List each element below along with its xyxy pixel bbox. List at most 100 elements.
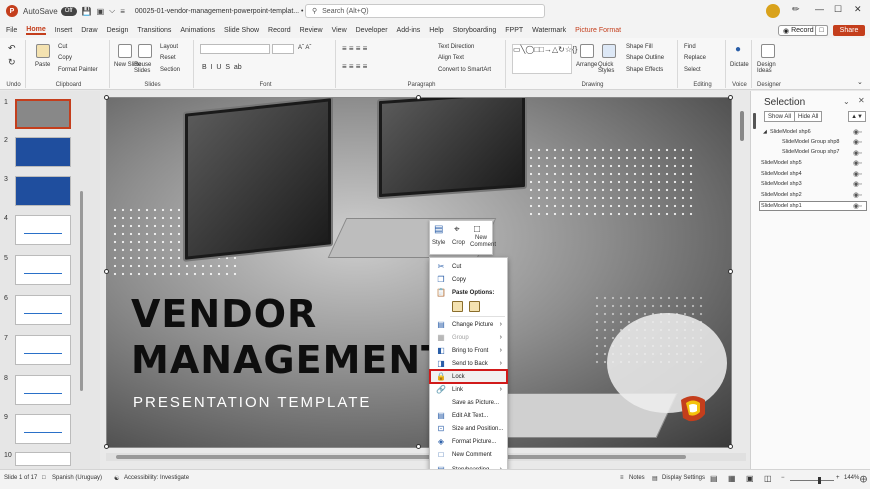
paste-button[interactable]: Paste [35, 62, 50, 68]
format-painter-button[interactable]: Format Painter [58, 67, 98, 73]
resize-handle[interactable] [416, 95, 421, 100]
text-direction-button[interactable]: Text Direction [438, 44, 474, 50]
tab-view[interactable]: View [332, 27, 347, 34]
close-icon[interactable]: ✕ [854, 4, 862, 15]
tab-file[interactable]: File [6, 27, 17, 34]
resize-handle[interactable] [104, 444, 109, 449]
slide-thumbnail-6[interactable] [15, 295, 71, 325]
selection-item[interactable]: SlideModel shp1 [761, 203, 802, 211]
pen-icon[interactable]: ✏ [792, 4, 800, 15]
menu-item-new-comment[interactable]: □ New Comment [430, 448, 507, 461]
new-slide-icon[interactable] [118, 44, 132, 58]
menu-item-send-to-back[interactable]: ◨ Send to Back › [430, 357, 507, 370]
minimize-icon[interactable]: — [815, 4, 824, 14]
paste-keep-format-icon[interactable] [452, 301, 463, 312]
tab-design[interactable]: Design [107, 27, 129, 34]
tab-picture-format[interactable]: Picture Format [575, 27, 621, 34]
shape-effects-button[interactable]: Shape Effects [626, 67, 663, 73]
eye-icon[interactable]: ◉▫ [853, 170, 862, 178]
collapse-icon[interactable]: ◢ [763, 129, 767, 137]
zoom-level[interactable]: 144% [844, 475, 859, 481]
reset-button[interactable]: Reset [160, 55, 176, 61]
tab-help[interactable]: Help [429, 27, 443, 34]
undo-icon[interactable]: ↶ [8, 43, 16, 54]
reuse-slides-button[interactable]: Reuse Slides [134, 62, 156, 74]
zoom-out-icon[interactable]: − [781, 475, 785, 481]
restore-icon[interactable]: ☐ [834, 4, 842, 15]
reorder-button[interactable]: ▲▼ [848, 111, 866, 122]
resize-handle[interactable] [728, 444, 733, 449]
tab-home[interactable]: Home [26, 26, 46, 35]
quick-access-more-icon[interactable]: ≡ [120, 7, 125, 16]
dictate-button[interactable]: Dictate [730, 62, 749, 68]
slide-thumbnail-7[interactable] [15, 335, 71, 365]
comment-icon[interactable]: □ [474, 224, 480, 235]
eye-icon[interactable]: ◉▫ [853, 138, 862, 146]
fit-slide-icon[interactable]: ⨁ [860, 475, 867, 483]
shapes-gallery[interactable]: ▭╲◯□□→△↻☆{} [512, 44, 577, 74]
slide-thumbnail-10[interactable] [15, 452, 71, 466]
eye-icon[interactable]: ◉▫ [853, 180, 862, 188]
comments-button[interactable]: □ [815, 25, 828, 36]
tab-watermark[interactable]: Watermark [532, 27, 566, 34]
bullets-icon[interactable]: ≡ ≡ ≡ ≡ [342, 44, 367, 53]
paste-icon[interactable] [36, 44, 50, 58]
style-icon[interactable]: ▤ [434, 224, 443, 235]
layout-button[interactable]: Layout [160, 44, 178, 50]
editor-horizontal-scrollbar[interactable] [106, 453, 746, 461]
selection-item[interactable]: SlideModel Group shp7 [782, 149, 839, 157]
zoom-slider-thumb[interactable] [818, 477, 821, 484]
microphone-icon[interactable]: ● [735, 44, 741, 55]
selection-item[interactable]: SlideModel Group shp8 [782, 139, 839, 147]
language-status[interactable]: Spanish (Uruguay) [52, 475, 102, 481]
record-button[interactable]: ◉ Record [778, 25, 819, 36]
font-grow-icon[interactable]: Aˆ Aˇ [298, 45, 311, 51]
menu-item-cut[interactable]: ✂ Cut [430, 260, 507, 273]
autosave-toggle[interactable]: Off [60, 6, 77, 16]
font-name-box[interactable] [200, 44, 270, 54]
accessibility-status[interactable]: Accessibility: Investigate [124, 475, 189, 481]
hide-all-button[interactable]: Hide All [794, 111, 823, 122]
shape-fill-button[interactable]: Shape Fill [626, 44, 653, 50]
eye-icon[interactable]: ◉▫ [853, 159, 862, 167]
find-button[interactable]: Find [684, 44, 696, 50]
font-format-icons[interactable]: B I U S ab [202, 64, 242, 71]
tab-developer[interactable]: Developer [356, 27, 388, 34]
tab-slide-show[interactable]: Slide Show [224, 27, 259, 34]
tab-transitions[interactable]: Transitions [137, 27, 171, 34]
search-box[interactable]: ⚲ Search (Alt+Q) [305, 4, 545, 18]
spell-check-icon[interactable]: □ [42, 475, 46, 481]
resize-handle[interactable] [728, 269, 733, 274]
replace-button[interactable]: Replace [684, 55, 706, 61]
slide-thumbnail-9[interactable] [15, 414, 71, 444]
section-button[interactable]: Section [160, 67, 180, 73]
crop-icon[interactable]: ⌖ [454, 224, 460, 235]
menu-item-lock[interactable]: 🔒 Lock [429, 369, 508, 384]
quick-styles-icon[interactable] [602, 44, 616, 58]
menu-item-size-position[interactable]: ⊡ Size and Position... [430, 422, 507, 435]
convert-smartart-button[interactable]: Convert to SmartArt [438, 67, 491, 73]
slide-thumbnail-8[interactable] [15, 375, 71, 405]
present-icon[interactable]: ▣ [97, 7, 105, 16]
menu-item-copy[interactable]: ❐ Copy [430, 273, 507, 286]
design-ideas-icon[interactable] [761, 44, 775, 58]
quick-styles-button[interactable]: Quick Styles [598, 62, 622, 74]
font-size-box[interactable] [272, 44, 294, 54]
selection-item[interactable]: SlideModel shp4 [761, 171, 802, 179]
shape-outline-button[interactable]: Shape Outline [626, 55, 664, 61]
crop-button[interactable]: Crop [452, 240, 465, 246]
tab-animations[interactable]: Animations [180, 27, 215, 34]
selection-item[interactable]: SlideModel shp3 [761, 181, 802, 189]
show-all-button[interactable]: Show All [764, 111, 796, 122]
design-ideas-button[interactable]: Design Ideas [757, 62, 781, 74]
slide-thumbnail-2[interactable] [15, 137, 71, 167]
menu-item-edit-alt-text[interactable]: ▤ Edit Alt Text... [430, 409, 507, 422]
slideshow-icon[interactable]: ◫ [764, 474, 772, 483]
tab-storyboarding[interactable]: Storyboarding [453, 27, 497, 34]
menu-item-link[interactable]: 🔗 Link › [430, 383, 507, 396]
select-button[interactable]: Select [684, 67, 701, 73]
align-text-button[interactable]: Align Text [438, 55, 464, 61]
notes-button[interactable]: Notes [629, 475, 645, 481]
normal-view-icon[interactable]: ▤ [710, 474, 718, 483]
menu-item-format-picture[interactable]: ◈ Format Picture... [430, 435, 507, 448]
